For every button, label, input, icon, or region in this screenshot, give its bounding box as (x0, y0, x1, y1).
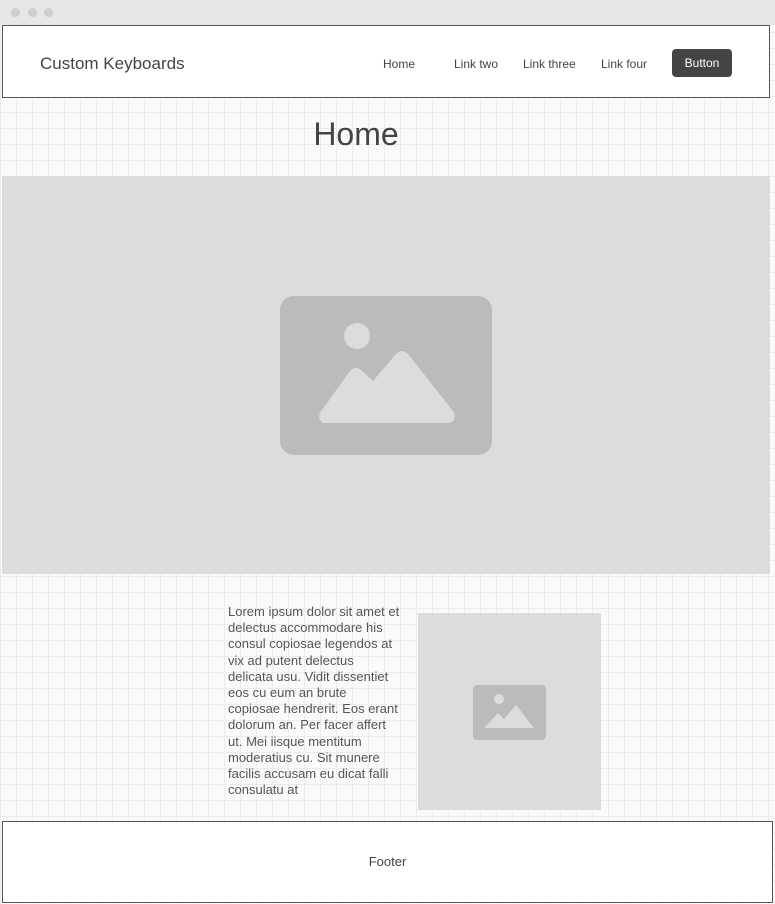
navbar: Custom Keyboards Home Link two Link thre… (2, 25, 770, 98)
body-text: Lorem ipsum dolor sit amet et delectus a… (228, 604, 400, 798)
brand-name[interactable]: Custom Keyboards (40, 54, 185, 74)
nav-link-three[interactable]: Link three (523, 57, 576, 71)
content-image (418, 613, 601, 810)
window-titlebar (0, 0, 775, 25)
nav-link-four[interactable]: Link four (601, 57, 647, 71)
maximize-dot-icon[interactable] (44, 8, 53, 17)
image-placeholder-icon (473, 685, 546, 740)
image-placeholder-icon (280, 296, 492, 455)
hero-image (2, 176, 770, 574)
page-title: Home (313, 116, 399, 152)
header-button[interactable]: Button (672, 49, 732, 77)
browser-window: Custom Keyboards Home Link two Link thre… (0, 0, 775, 904)
footer-label: Footer (368, 854, 407, 869)
footer: Footer (2, 821, 773, 903)
nav-link-two[interactable]: Link two (454, 57, 498, 71)
close-dot-icon[interactable] (11, 8, 20, 17)
minimize-dot-icon[interactable] (28, 8, 37, 17)
nav-link-home[interactable]: Home (383, 57, 415, 71)
